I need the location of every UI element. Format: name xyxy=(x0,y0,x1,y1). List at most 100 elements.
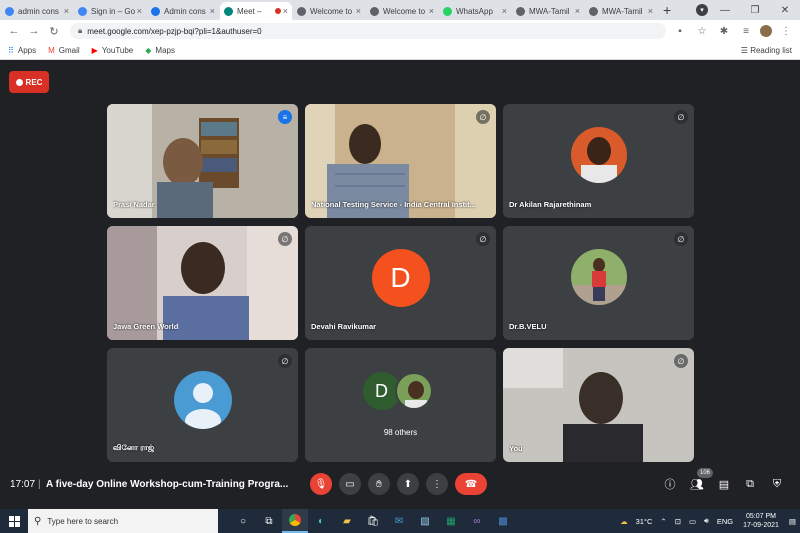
globe-icon xyxy=(516,6,525,16)
camera-in-use-icon[interactable]: ▪ xyxy=(672,26,688,37)
close-tab-icon[interactable]: × xyxy=(137,6,142,16)
more-vert-icon: ⋮ xyxy=(432,478,442,490)
mail-icon[interactable]: ✉ xyxy=(386,509,412,533)
back-button[interactable]: ← xyxy=(6,25,22,37)
meet-stage: REC ≡ Prasi Nadar ∅ National Testing Ser… xyxy=(0,61,800,509)
notifications-icon[interactable]: ▤ xyxy=(789,517,796,526)
bookmark-apps[interactable]: ⠿ Apps xyxy=(8,46,36,55)
file-explorer-icon[interactable]: ▰ xyxy=(334,509,360,533)
chrome-icon[interactable] xyxy=(282,509,308,533)
close-window-button[interactable]: ✕ xyxy=(770,5,800,16)
participant-avatar xyxy=(570,127,627,183)
participant-tile[interactable]: ∅ National Testing Service - India Centr… xyxy=(305,104,496,218)
tab-title: MWA-Tamil xyxy=(529,6,570,16)
show-hidden-icons-icon[interactable]: ⌃ xyxy=(660,517,666,526)
maximize-button[interactable]: ❐ xyxy=(740,5,770,16)
mic-toggle-button[interactable]: 🎙︎ xyxy=(310,473,332,495)
close-tab-icon[interactable]: × xyxy=(210,6,215,16)
menu-kebab-icon[interactable]: ⋮ xyxy=(778,26,794,37)
security-icon[interactable]: ⊡ xyxy=(675,517,681,526)
weather-icon[interactable]: ☁ xyxy=(620,517,628,526)
browser-tab[interactable]: Welcome to × xyxy=(366,2,438,20)
bookmark-star-icon[interactable]: ☆ xyxy=(694,26,710,37)
bookmark-gmail[interactable]: M Gmail xyxy=(48,46,80,55)
browser-tab[interactable]: Meet – × xyxy=(220,2,292,20)
weather-temp[interactable]: 31°C xyxy=(636,517,653,526)
people-count-badge: 106 xyxy=(697,468,713,478)
more-options-button[interactable]: ⋮ xyxy=(426,473,448,495)
lock-icon: 🔒︎ xyxy=(78,26,83,35)
task-view-icon[interactable]: ⧉ xyxy=(256,509,282,533)
bookmark-youtube[interactable]: ▶ YouTube xyxy=(92,46,134,55)
present-screen-button[interactable]: ⬆ xyxy=(397,473,419,495)
participant-tile[interactable]: ∅ Dr.B.VELU xyxy=(503,226,694,340)
self-tile[interactable]: ∅ You xyxy=(503,348,694,462)
browser-tab[interactable]: Welcome to × xyxy=(293,2,365,20)
close-tab-icon[interactable]: × xyxy=(575,6,580,16)
address-bar[interactable]: 🔒︎ meet.google.com/xep-pzjp-bqi?pli=1&au… xyxy=(70,23,666,39)
close-tab-icon[interactable]: × xyxy=(648,6,653,16)
search-icon: ⚲ xyxy=(34,515,42,527)
google-icon xyxy=(78,6,87,16)
leave-call-button[interactable]: ☎︎ xyxy=(455,473,487,495)
activities-icon: ⧉ xyxy=(746,477,754,490)
taskbar-search-box[interactable]: ⚲ Type here to search xyxy=(28,509,218,533)
raise-hand-button[interactable]: ✋︎ xyxy=(368,473,390,495)
edge-icon[interactable]: ◐ xyxy=(308,509,334,533)
others-tile[interactable]: D 98 others xyxy=(305,348,496,462)
people-button[interactable]: 👥︎ xyxy=(689,476,705,492)
participant-tile[interactable]: D ∅ Devahi Ravikumar xyxy=(305,226,496,340)
participant-tile[interactable]: ∅ வினோ ராஜ் xyxy=(107,348,298,462)
close-tab-icon[interactable]: × xyxy=(283,6,288,16)
reading-list-button[interactable]: ☰ Reading list xyxy=(741,46,792,55)
windows-taskbar: ⚲ Type here to search ○ ⧉ ◐ ▰ 🛍︎ ✉ ▧ ▦ ∞ … xyxy=(0,509,800,533)
participant-tile[interactable]: ∅ Jawa Green World xyxy=(107,226,298,340)
chat-button[interactable]: ▤ xyxy=(716,476,732,492)
browser-tab[interactable]: Admin cons × xyxy=(147,2,219,20)
close-tab-icon[interactable]: × xyxy=(429,6,434,16)
people-icon: 👥︎ xyxy=(690,478,704,491)
profile-avatar[interactable] xyxy=(760,25,772,37)
browser-tab[interactable]: admin cons × xyxy=(1,2,73,20)
volume-icon[interactable]: 🔊︎ xyxy=(704,516,709,526)
tab-title: Welcome to xyxy=(383,6,426,16)
reload-button[interactable]: ↻ xyxy=(46,25,62,38)
close-tab-icon[interactable]: × xyxy=(64,6,69,16)
close-tab-icon[interactable]: × xyxy=(356,6,361,16)
app-icon[interactable]: ∞ xyxy=(464,509,490,533)
browser-tab[interactable]: WhatsApp × xyxy=(439,2,511,20)
excel-icon[interactable]: ▦ xyxy=(438,509,464,533)
browser-tab[interactable]: MWA-Tamil × xyxy=(512,2,584,20)
browser-tab[interactable]: MWA-Tamil × xyxy=(585,2,657,20)
minimize-button[interactable]: — xyxy=(710,5,740,16)
host-controls-button[interactable]: ⛨ xyxy=(769,476,785,492)
globe-icon xyxy=(297,6,306,16)
gmail-icon: M xyxy=(48,46,55,55)
forward-button[interactable]: → xyxy=(26,25,42,37)
media-control-icon[interactable]: ≡ xyxy=(738,26,754,37)
language-indicator[interactable]: ENG xyxy=(717,517,733,526)
start-button[interactable] xyxy=(0,509,28,533)
activities-button[interactable]: ⧉ xyxy=(742,476,758,492)
extensions-icon[interactable]: ✱ xyxy=(716,26,732,37)
notepad-icon[interactable]: ▧ xyxy=(412,509,438,533)
taskbar-clock[interactable]: 05:07 PM 17-09-2021 xyxy=(743,512,779,530)
camera-toggle-button[interactable]: ▭ xyxy=(339,473,361,495)
participant-tile[interactable]: ≡ Prasi Nadar xyxy=(107,104,298,218)
google-icon xyxy=(5,6,14,16)
store-icon[interactable]: 🛍︎ xyxy=(360,509,386,533)
network-icon[interactable]: ▭ xyxy=(689,517,696,526)
mic-muted-icon: ∅ xyxy=(278,354,292,368)
close-tab-icon[interactable]: × xyxy=(502,6,507,16)
browser-tab[interactable]: Sign in – Go × xyxy=(74,2,146,20)
bookmark-maps[interactable]: ◆ Maps xyxy=(145,46,175,55)
word-icon[interactable]: ▩ xyxy=(490,509,516,533)
tab-search-icon[interactable]: ▾ xyxy=(696,4,708,16)
new-tab-button[interactable]: + xyxy=(663,2,671,18)
participant-name: வினோ ராஜ் xyxy=(113,443,155,452)
meeting-details-button[interactable]: ⓘ xyxy=(662,476,678,492)
cortana-icon[interactable]: ○ xyxy=(230,509,256,533)
self-video xyxy=(503,348,694,462)
tab-strip: admin cons × Sign in – Go × Admin cons × Meet … xyxy=(0,0,800,20)
participant-tile[interactable]: ∅ Dr Akilan Rajarethinam xyxy=(503,104,694,218)
